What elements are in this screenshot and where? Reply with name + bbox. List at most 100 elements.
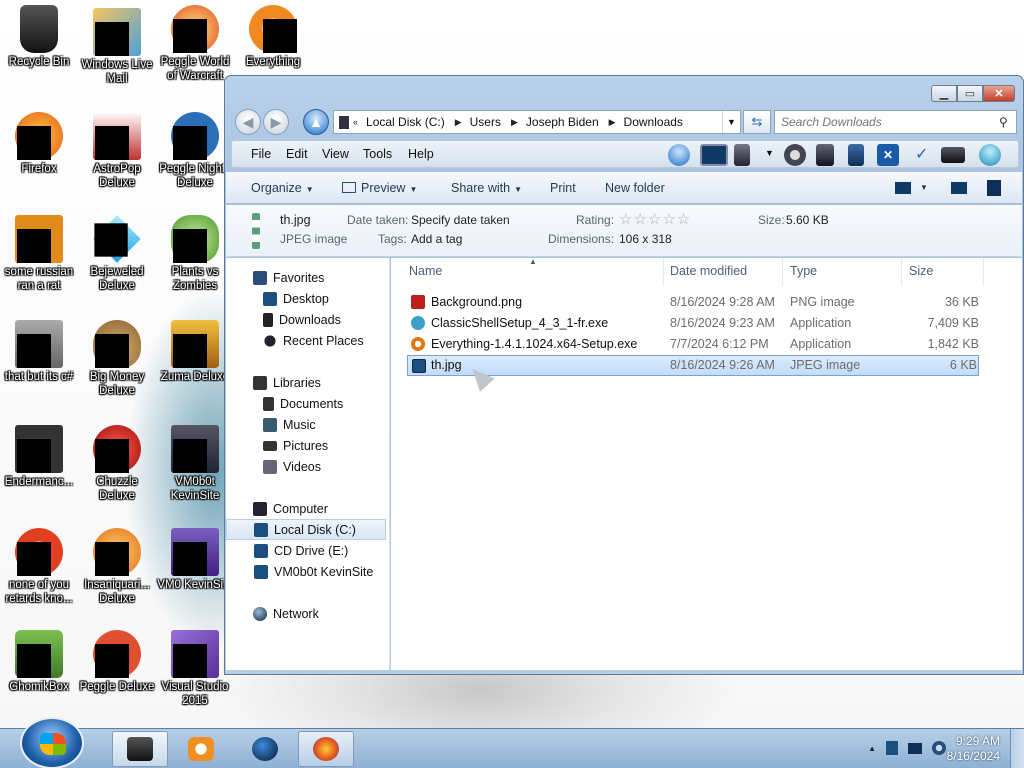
new-folder-button[interactable]: New folder — [605, 181, 665, 195]
desktop-icon-peggle-wow[interactable]: Peggle World of Warcraft — [156, 5, 234, 83]
column-separator[interactable] — [901, 258, 902, 286]
menu-edit[interactable]: Edit — [286, 147, 308, 161]
start-button[interactable] — [20, 717, 84, 768]
taskbar-explorer[interactable] — [112, 731, 168, 767]
toolbar-up-icon[interactable] — [668, 144, 690, 166]
tray-expand-icon[interactable]: ▲ — [868, 744, 876, 753]
share-with-button[interactable]: Share with ▼ — [451, 181, 522, 195]
taskbar-app[interactable] — [237, 731, 293, 767]
menu-help[interactable]: Help — [408, 147, 434, 161]
desktop-icon-big-money[interactable]: Big Money Deluxe — [78, 320, 156, 398]
file-row[interactable]: ClassicShellSetup_4_3_1-fr.exe 8/16/2024… — [407, 313, 979, 334]
back-button[interactable]: ◀ — [235, 109, 261, 135]
nav-network[interactable]: Network — [226, 603, 386, 624]
desktop-icon-peggle-deluxe[interactable]: Peggle Deluxe — [78, 630, 156, 694]
print-button[interactable]: Print — [550, 181, 576, 195]
breadcrumb-arrow-icon[interactable]: ▶ — [511, 117, 518, 128]
nav-vm0b0t[interactable]: VM0b0t KevinSite — [226, 561, 386, 582]
search-icon[interactable]: ⚲ — [999, 115, 1008, 129]
change-view-icon[interactable] — [895, 182, 911, 194]
desktop-icon-some-russian[interactable]: some russian ran a rat — [0, 215, 78, 293]
desktop-icon-visual-studio[interactable]: Visual Studio 2015 — [156, 630, 234, 708]
address-bar[interactable]: « Local Disk (C:) ▶ Users ▶ Joseph Biden… — [333, 110, 741, 134]
toolbar-check-icon[interactable]: ✓ — [915, 144, 928, 164]
column-separator[interactable] — [782, 258, 783, 286]
menu-tools[interactable]: Tools — [363, 147, 392, 161]
desktop-icon-endermanc[interactable]: Endermanc... — [0, 425, 78, 489]
desktop-icon-insaniquarium[interactable]: Insaniquari... Deluxe — [78, 528, 156, 606]
rating-stars[interactable]: ☆☆☆☆☆ — [619, 210, 691, 228]
tray-network-icon[interactable] — [886, 741, 898, 755]
desktop-icon-plants-vs-zombies[interactable]: Plants vs Zombies — [156, 215, 234, 293]
search-input[interactable] — [774, 110, 1017, 134]
tags-value[interactable]: Add a tag — [411, 232, 462, 246]
up-button[interactable]: ▲ — [303, 109, 329, 135]
breadcrumb-downloads[interactable]: Downloads — [624, 115, 683, 129]
close-button[interactable]: ✕ — [983, 85, 1015, 102]
date-taken-value[interactable]: Specify date taken — [411, 213, 510, 227]
desktop-icon-that-but-its-csharp[interactable]: that but its c# — [0, 320, 78, 384]
preview-button[interactable]: Preview ▼ — [342, 181, 417, 195]
clock[interactable]: 9:29 AM 8/16/2024 — [947, 734, 1000, 764]
toolbar-view-icon[interactable] — [700, 144, 728, 166]
nav-computer[interactable]: Computer — [226, 498, 386, 519]
toolbar-globe-icon[interactable] — [979, 144, 1001, 166]
show-desktop-button[interactable] — [1010, 729, 1024, 768]
tray-volume-icon[interactable] — [932, 741, 946, 755]
file-row[interactable]: Everything-1.4.1.1024.x64-Setup.exe 7/7/… — [407, 334, 979, 355]
menu-file[interactable]: File — [251, 147, 271, 161]
nav-desktop[interactable]: Desktop — [226, 288, 386, 309]
view-dropdown-icon[interactable]: ▼ — [920, 183, 928, 192]
tray-monitor-icon[interactable] — [908, 742, 922, 754]
column-header-size[interactable]: Size — [909, 264, 933, 278]
desktop-icon-vm0b0t[interactable]: VM0b0t KevinSite — [156, 425, 234, 503]
desktop-icon-firefox[interactable]: Firefox — [0, 112, 78, 176]
toolbar-dropdown-icon[interactable]: ▼ — [765, 148, 774, 158]
nav-favorites[interactable]: Favorites — [226, 267, 386, 288]
forward-button[interactable]: ▶ — [263, 109, 289, 135]
taskbar-firefox[interactable] — [298, 731, 354, 767]
toolbar-properties-icon[interactable] — [941, 147, 965, 163]
menu-view[interactable]: View — [322, 147, 349, 161]
toolbar-delete-icon[interactable]: ✕ — [877, 144, 899, 166]
nav-libraries[interactable]: Libraries — [226, 372, 386, 393]
nav-recent-places[interactable]: Recent Places — [226, 330, 386, 351]
breadcrumb-joseph-biden[interactable]: Joseph Biden — [526, 115, 599, 129]
column-header-date[interactable]: Date modified — [670, 264, 747, 278]
toolbar-folders-icon[interactable] — [734, 144, 750, 166]
breadcrumb-users[interactable]: Users — [470, 115, 501, 129]
column-header-type[interactable]: Type — [790, 264, 817, 278]
taskbar-media-player[interactable] — [173, 731, 229, 767]
file-row-selected[interactable]: th.jpg 8/16/2024 9:26 AM JPEG image 6 KB — [407, 355, 979, 376]
maximize-button[interactable]: ▭ — [957, 85, 983, 102]
desktop-icon-chuzzle[interactable]: Chuzzle Deluxe — [78, 425, 156, 503]
desktop-icon-none-of-you[interactable]: none of you retards kno... — [0, 528, 78, 606]
nav-documents[interactable]: Documents — [226, 393, 386, 414]
breadcrumb-local-disk[interactable]: Local Disk (C:) — [366, 115, 445, 129]
column-separator[interactable] — [663, 258, 664, 286]
nav-pictures[interactable]: Pictures — [226, 435, 386, 456]
breadcrumb-arrow-icon[interactable]: ▶ — [455, 117, 462, 128]
nav-cd-drive[interactable]: CD Drive (E:) — [226, 540, 386, 561]
nav-downloads[interactable]: Downloads — [226, 309, 386, 330]
desktop-icon-ghomikbox[interactable]: GhomikBox — [0, 630, 78, 694]
desktop-icon-bejeweled[interactable]: Bejeweled Deluxe — [78, 215, 156, 293]
toolbar-paste-icon[interactable] — [848, 144, 864, 166]
desktop-icon-vm0-kevinsite[interactable]: VM0 KevinSi... — [156, 528, 234, 592]
toolbar-cut-icon[interactable] — [784, 144, 806, 166]
address-dropdown-icon[interactable]: ▼ — [722, 111, 740, 133]
desktop-icon-recycle-bin[interactable]: Recycle Bin — [0, 5, 78, 69]
desktop-icon-peggle-nights[interactable]: Peggle Nights Deluxe — [156, 112, 234, 190]
desktop-icon-everything[interactable]: Everything — [234, 5, 312, 69]
toolbar-copy-icon[interactable] — [816, 144, 834, 166]
desktop-icon-windows-live-mail[interactable]: Windows Live Mail — [78, 8, 156, 86]
nav-videos[interactable]: Videos — [226, 456, 386, 477]
column-header-name[interactable]: Name — [409, 264, 442, 278]
preview-pane-icon[interactable] — [951, 182, 967, 194]
refresh-button[interactable]: ⇆ — [743, 110, 771, 134]
file-row[interactable]: Background.png 8/16/2024 9:28 AM PNG ima… — [407, 292, 979, 313]
organize-button[interactable]: Organize ▼ — [251, 181, 314, 195]
column-separator[interactable] — [983, 258, 984, 286]
breadcrumb-arrow-icon[interactable]: ▶ — [609, 117, 616, 128]
desktop-icon-astropop[interactable]: AstroPop Deluxe — [78, 112, 156, 190]
